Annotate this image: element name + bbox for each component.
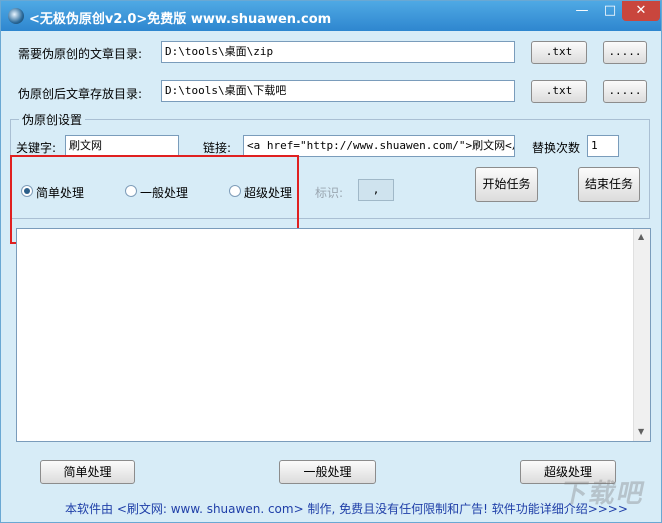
keyword-field[interactable]: 刷文网 [65, 135, 179, 157]
main-window: <无极伪原创v2.0>免费版 www.shuawen.com — □ ✕ 需要伪… [0, 0, 662, 523]
replace-count-field[interactable]: 1 [587, 135, 619, 157]
mark-field[interactable]: , [358, 179, 394, 201]
link-field[interactable]: <a href="http://www.shuawen.com/">刷文网</a… [243, 135, 515, 157]
log-textarea[interactable]: ▲ ▼ [16, 228, 651, 442]
start-task-button[interactable]: 开始任务 [475, 167, 538, 202]
app-logo-icon [8, 8, 24, 24]
maximize-button[interactable]: □ [596, 1, 624, 21]
scroll-up-icon[interactable]: ▲ [638, 232, 644, 241]
bottom-simple-button[interactable]: 简单处理 [40, 460, 135, 484]
link-label: 链接: [203, 141, 232, 155]
source-browse-button[interactable]: ..... [603, 41, 647, 64]
close-button[interactable]: ✕ [622, 1, 660, 21]
source-ext-button[interactable]: .txt [531, 41, 587, 64]
output-dir-label: 伪原创后文章存放目录: [18, 87, 143, 101]
output-dir-field[interactable]: D:\tools\桌面\下载吧 [161, 80, 515, 102]
footer-link[interactable]: 本软件由 <刷文网: www. shuawen. com> 制作, 免费且没有任… [65, 500, 628, 517]
title-bar[interactable]: <无极伪原创v2.0>免费版 www.shuawen.com — □ ✕ [1, 1, 661, 31]
output-browse-button[interactable]: ..... [603, 80, 647, 103]
mark-label: 标识: [315, 186, 344, 200]
settings-group-title: 伪原创设置 [19, 111, 86, 128]
bottom-normal-button[interactable]: 一般处理 [279, 460, 376, 484]
keyword-label: 关键字: [16, 141, 57, 155]
source-dir-field[interactable]: D:\tools\桌面\zip [161, 41, 515, 63]
log-scrollbar[interactable]: ▲ ▼ [633, 229, 650, 441]
stop-task-button[interactable]: 结束任务 [578, 167, 640, 202]
replace-count-label: 替换次数 [532, 141, 581, 155]
window-title: <无极伪原创v2.0>免费版 www.shuawen.com [29, 12, 332, 27]
minimize-button[interactable]: — [568, 1, 596, 21]
source-dir-label: 需要伪原创的文章目录: [18, 47, 143, 61]
output-ext-button[interactable]: .txt [531, 80, 587, 103]
scroll-down-icon[interactable]: ▼ [638, 427, 644, 436]
watermark: 下载吧 [558, 479, 649, 509]
